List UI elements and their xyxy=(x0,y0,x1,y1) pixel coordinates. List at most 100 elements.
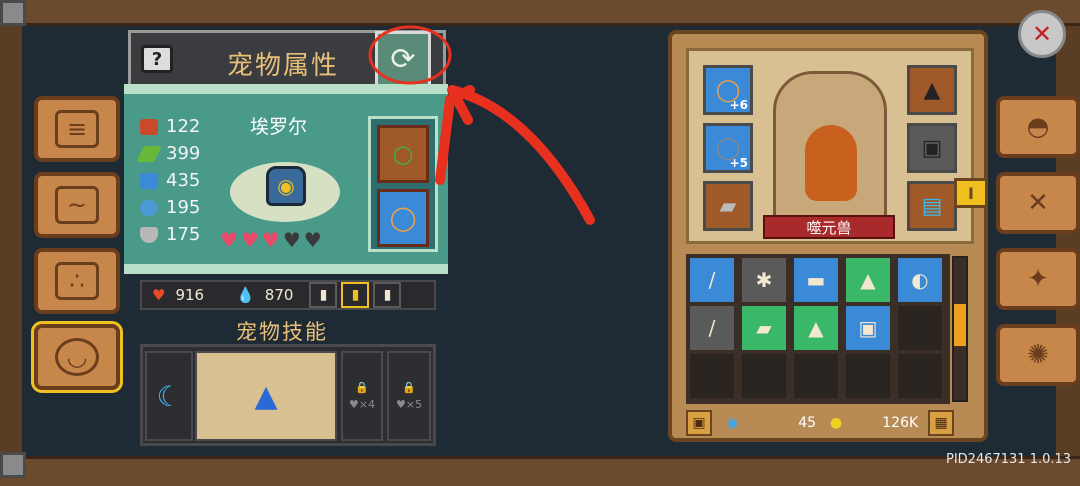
armor-icon xyxy=(140,118,158,135)
ice-skill-icon: ▲ xyxy=(254,378,278,414)
nav-map-button[interactable]: ~ xyxy=(34,172,120,238)
nav-weapon-button[interactable]: ✕ xyxy=(996,172,1080,234)
food-icon: ▮ xyxy=(351,287,360,303)
inventory-grid: / ✱ ▬ ▲ ◐ / ▰ ▲ ▣ xyxy=(686,254,950,404)
unlock-requirement: ♥×4 xyxy=(348,398,376,411)
pet-attributes-title: 宠物属性 xyxy=(227,51,340,81)
stat-wand: 195 xyxy=(140,197,200,218)
ring-slot-1[interactable]: ◯ +6 xyxy=(703,65,753,115)
empty-slot[interactable] xyxy=(794,354,838,398)
helmet-slot[interactable]: ▲ xyxy=(907,65,957,115)
refresh-pet-button[interactable]: ⟳ xyxy=(375,31,431,87)
moon-skill-icon: ☾ xyxy=(156,379,182,413)
armor-slot[interactable]: ▣ xyxy=(907,123,957,173)
food-icon: ▮ xyxy=(319,287,328,303)
pet-equipment: ○ ◯ xyxy=(368,116,438,252)
coin-icon: ● xyxy=(830,415,843,431)
empty-slot[interactable] xyxy=(898,354,942,398)
gold-count: 126K xyxy=(882,415,919,431)
helmet-item[interactable]: ▲ xyxy=(846,258,890,302)
nav-pet-button[interactable]: ◡ xyxy=(31,321,123,393)
refresh-icon: ⟳ xyxy=(390,41,416,77)
pet-name: 埃罗尔 xyxy=(250,116,308,138)
gem-icon: ◉ xyxy=(726,415,739,431)
pet-card: 122 399 435 195 175 埃罗尔 ◉ ♥ ♥ ♥ ♥ ♥ ○ ◯ xyxy=(124,84,448,274)
sword-item[interactable]: / xyxy=(690,258,734,302)
pet-collar-slot[interactable]: ○ xyxy=(377,125,429,183)
corner-bottom-left xyxy=(0,452,26,478)
pet-hearts: ♥ ♥ ♥ ♥ ♥ xyxy=(220,228,322,252)
right-frame xyxy=(1056,26,1080,456)
helmet-icon: ◓ xyxy=(1026,112,1050,142)
unlock-requirement: ♥×5 xyxy=(395,398,423,411)
hero-character xyxy=(805,125,857,201)
paw-icon: ∴ xyxy=(55,262,99,300)
stat-shield: 175 xyxy=(140,224,200,245)
boots-slot[interactable]: ▰ xyxy=(703,181,753,231)
blade-item[interactable]: / xyxy=(690,306,734,350)
book-icon: ≡ xyxy=(55,110,99,148)
empty-slot[interactable] xyxy=(898,306,942,350)
stat-value: 122 xyxy=(166,116,201,137)
heart-filled-icon: ♥ xyxy=(240,228,259,252)
feather-item[interactable]: ◐ xyxy=(898,258,942,302)
lock-icon: 🔒 xyxy=(355,381,369,394)
character-name: 噬元兽 xyxy=(763,215,895,239)
stat-value: 399 xyxy=(166,143,201,164)
book-slot[interactable]: ▤ xyxy=(907,181,957,231)
pet-header: ? 宠物属性 ⟳ xyxy=(128,30,446,87)
food-slot-2[interactable]: ▮ xyxy=(341,282,370,308)
pet-skills-title: 宠物技能 xyxy=(236,320,328,344)
currency-bar: ▣ ◉ 45 ● 126K ▦ xyxy=(686,408,974,438)
empty-slot[interactable] xyxy=(742,354,786,398)
skills-area: ☾ ▲ 🔒 ♥×4 🔒 ♥×5 xyxy=(140,344,436,446)
skill-slot-2[interactable]: ▲ xyxy=(195,351,337,441)
close-button[interactable]: ✕ xyxy=(1018,10,1066,58)
shield-icon xyxy=(140,226,158,243)
nav-book-button[interactable]: ≡ xyxy=(34,96,120,162)
heart-empty-icon: ♥ xyxy=(303,228,322,252)
hat-item[interactable]: ▲ xyxy=(794,306,838,350)
character-panel: ◯ +6 ◯ +5 ▰ 噬元兽 ▲ ▣ ▤ / ✱ ▬ ▲ ◐ / ▰ ▲ ▣ ▣ … xyxy=(668,30,988,442)
nav-compass-button[interactable]: ✦ xyxy=(996,248,1080,310)
stat-value: 175 xyxy=(166,224,201,245)
heart-filled-icon: ♥ xyxy=(220,228,238,252)
book-icon xyxy=(140,172,158,189)
stat-feather: 399 xyxy=(136,143,201,164)
skill-slot-locked-2: 🔒 ♥×5 xyxy=(387,351,431,441)
nav-settings-button[interactable]: ✺ xyxy=(996,324,1080,386)
mace-item[interactable]: ✱ xyxy=(742,258,786,302)
ring-slot-2[interactable]: ◯ +5 xyxy=(703,123,753,173)
gem-count: 45 xyxy=(798,415,817,431)
weapons-icon: ✕ xyxy=(1027,188,1049,218)
empty-slot[interactable] xyxy=(846,354,890,398)
map-icon: ~ xyxy=(55,186,99,224)
build-version: PID2467131 1.0.13 xyxy=(946,452,1072,467)
scroll-thumb[interactable] xyxy=(954,304,966,346)
top-frame xyxy=(0,0,1080,26)
boots-item[interactable]: ▰ xyxy=(742,306,786,350)
knight-helm-item[interactable]: ▣ xyxy=(846,306,890,350)
skill-slot-1[interactable]: ☾ xyxy=(145,351,193,441)
corner-top-left xyxy=(0,0,26,26)
nav-helmet-button[interactable]: ◓ xyxy=(996,96,1080,158)
lock-icon: 🔒 xyxy=(402,381,416,394)
scroll-item[interactable]: ▬ xyxy=(794,258,838,302)
food-slot-1[interactable]: ▮ xyxy=(309,282,338,308)
upgrade-level: +5 xyxy=(729,156,748,170)
help-button[interactable]: ? xyxy=(141,45,173,73)
heart-filled-icon: ♥ xyxy=(261,228,280,252)
nav-paw-button[interactable]: ∴ xyxy=(34,248,120,314)
owl-pet-icon: ◉ xyxy=(266,166,306,206)
panel-tab-button[interactable]: I xyxy=(954,178,988,208)
upgrade-level: +6 xyxy=(729,98,748,112)
food-slot-3[interactable]: ▮ xyxy=(373,282,402,308)
inventory-scrollbar[interactable] xyxy=(952,256,968,402)
lock-inventory-button[interactable]: ▣ xyxy=(686,410,712,436)
feather-icon xyxy=(136,145,162,162)
empty-slot[interactable] xyxy=(690,354,734,398)
compass-icon: ✦ xyxy=(1027,264,1049,294)
pet-ring-slot[interactable]: ◯ xyxy=(377,189,429,247)
grid-view-button[interactable]: ▦ xyxy=(928,410,955,436)
mana-value: 870 xyxy=(264,286,294,304)
